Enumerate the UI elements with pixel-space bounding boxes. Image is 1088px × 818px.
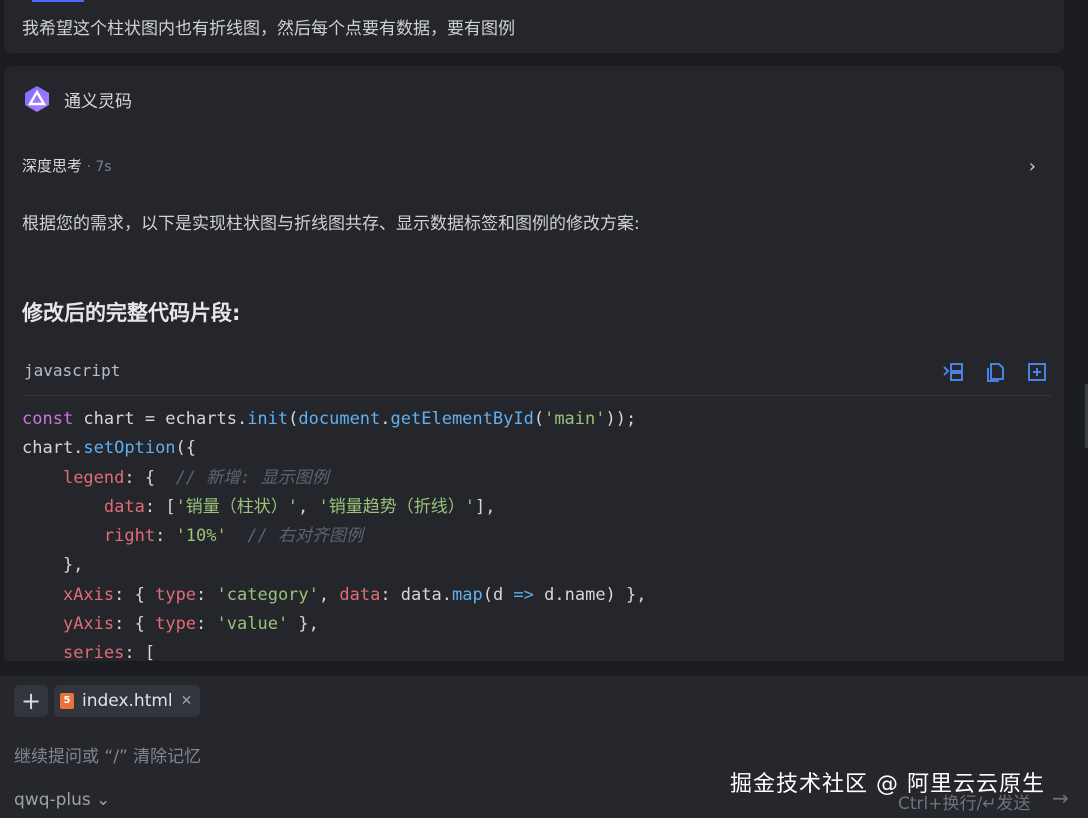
deep-thinking-toggle[interactable]: 深度思考 · 7s xyxy=(22,155,112,176)
new-file-icon[interactable] xyxy=(1026,361,1048,383)
file-chip[interactable]: 5 index.html ✕ xyxy=(54,685,201,717)
code-header: javascript xyxy=(22,351,1052,396)
add-context-button[interactable]: + xyxy=(14,685,48,717)
thinking-label: 深度思考 xyxy=(22,157,83,175)
html5-icon: 5 xyxy=(60,693,74,709)
chat-input[interactable]: 继续提问或 “/” 清除记忆 xyxy=(14,742,201,767)
code-content: const chart = echarts.init(document.getE… xyxy=(22,409,647,661)
chevron-right-icon[interactable]: › xyxy=(1029,156,1036,177)
user-message-text: 我希望这个柱状图内也有折线图，然后每个点要有数据，要有图例 xyxy=(22,19,515,39)
user-message-accent xyxy=(32,0,84,2)
chat-window: 我希望这个柱状图内也有折线图，然后每个点要有数据，要有图例 通义灵码 深度思考 … xyxy=(0,0,1088,818)
code-block: javascript const chart = echarts.init(do… xyxy=(22,351,1052,661)
section-title: 修改后的完整代码片段: xyxy=(22,301,241,325)
chevron-down-icon: ⌄ xyxy=(96,790,111,810)
thinking-time: · 7s xyxy=(82,159,112,175)
model-name: qwq-plus xyxy=(14,790,91,810)
code-toolbar xyxy=(942,361,1048,383)
file-chip-name: index.html xyxy=(82,691,173,711)
model-select[interactable]: qwq-plus ⌄ xyxy=(14,790,110,810)
assistant-name: 通义灵码 xyxy=(64,91,132,112)
assistant-message: 通义灵码 深度思考 · 7s › 根据您的需求，以下是实现柱状图与折线图共存、显… xyxy=(4,66,1064,661)
insert-icon[interactable] xyxy=(942,361,964,383)
code-language: javascript xyxy=(24,361,121,380)
tongyi-logo-icon xyxy=(25,86,49,112)
assistant-intro: 根据您的需求，以下是实现柱状图与折线图共存、显示数据标签和图例的修改方案: xyxy=(22,214,640,234)
copy-icon[interactable] xyxy=(984,361,1006,383)
close-icon[interactable]: ✕ xyxy=(181,693,193,709)
chat-input-area: + 5 index.html ✕ 继续提问或 “/” 清除记忆 qwq-plus… xyxy=(0,676,1088,818)
user-message: 我希望这个柱状图内也有折线图，然后每个点要有数据，要有图例 xyxy=(4,0,1064,53)
watermark: 掘金技术社区 @ 阿里云云原生 xyxy=(730,772,1045,797)
assistant-header: 通义灵码 xyxy=(22,84,132,114)
send-icon[interactable]: → xyxy=(1052,786,1069,810)
